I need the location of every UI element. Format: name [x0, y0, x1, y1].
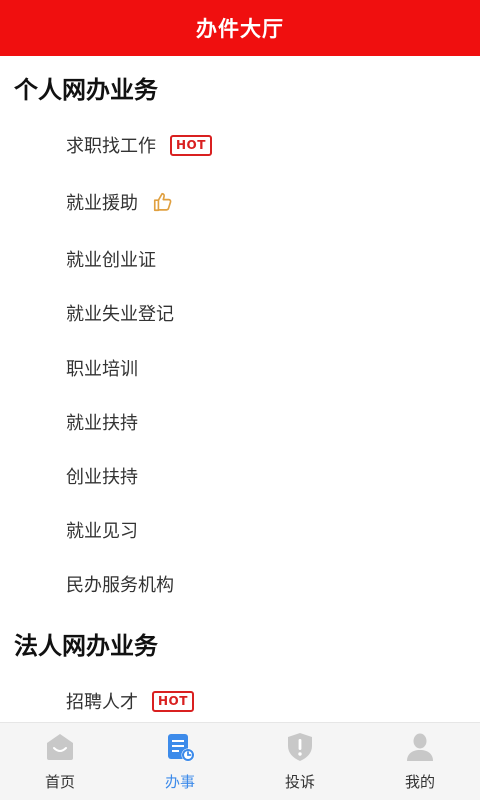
service-list: 个人网办业务 求职找工作 HOT 就业援助 就业创业证 就业失业登记 职业培训 … — [0, 56, 480, 722]
header-bar: 办件大厅 — [0, 0, 480, 56]
thumbs-up-icon — [153, 192, 172, 212]
tab-label: 我的 — [404, 773, 435, 791]
tab-profile[interactable]: 我的 — [360, 723, 480, 800]
list-item-unemployment-registration[interactable]: 就业失业登记 — [66, 298, 174, 328]
list-item-startup-support[interactable]: 创业扶持 — [66, 461, 138, 491]
page-title: 办件大厅 — [196, 17, 284, 41]
bottom-tab-bar: 首页 办事 投诉 我的 — [0, 722, 480, 800]
list-item-label: 就业创业证 — [66, 250, 156, 271]
list-item-label: 创业扶持 — [66, 467, 138, 488]
list-item-recruit-talent[interactable]: 招聘人才 HOT — [66, 686, 194, 716]
list-item-job-search[interactable]: 求职找工作 HOT — [66, 130, 212, 160]
list-item-employment-support[interactable]: 就业扶持 — [66, 407, 138, 437]
list-item-label: 职业培训 — [66, 359, 138, 380]
hot-badge: HOT — [152, 690, 194, 712]
home-icon — [47, 734, 73, 760]
list-item-employment-cert[interactable]: 就业创业证 — [66, 244, 156, 274]
section-title-personal: 个人网办业务 — [14, 76, 158, 104]
list-item-internship[interactable]: 就业见习 — [66, 515, 138, 545]
user-icon — [407, 733, 433, 761]
tab-complaints[interactable]: 投诉 — [240, 723, 360, 800]
list-item-employment-aid[interactable]: 就业援助 — [66, 187, 174, 217]
list-item-label: 招聘人才 — [66, 692, 138, 713]
list-item-label: 就业失业登记 — [66, 304, 174, 325]
list-item-label: 就业援助 — [66, 193, 138, 214]
tab-label: 投诉 — [284, 773, 315, 791]
tab-home[interactable]: 首页 — [0, 723, 120, 800]
tab-label: 首页 — [44, 773, 75, 791]
hot-badge: HOT — [170, 134, 212, 156]
tab-label: 办事 — [164, 773, 195, 791]
shield-alert-icon — [288, 733, 312, 761]
section-title-legal-entity: 法人网办业务 — [14, 632, 158, 660]
tab-services[interactable]: 办事 — [120, 723, 240, 800]
list-item-label: 就业扶持 — [66, 413, 138, 434]
list-item-private-agencies[interactable]: 民办服务机构 — [66, 569, 174, 599]
document-clock-icon — [168, 734, 195, 762]
list-item-vocational-training[interactable]: 职业培训 — [66, 353, 138, 383]
list-item-label: 就业见习 — [66, 521, 138, 542]
list-item-label: 求职找工作 — [66, 136, 156, 157]
list-item-label: 民办服务机构 — [66, 575, 174, 596]
